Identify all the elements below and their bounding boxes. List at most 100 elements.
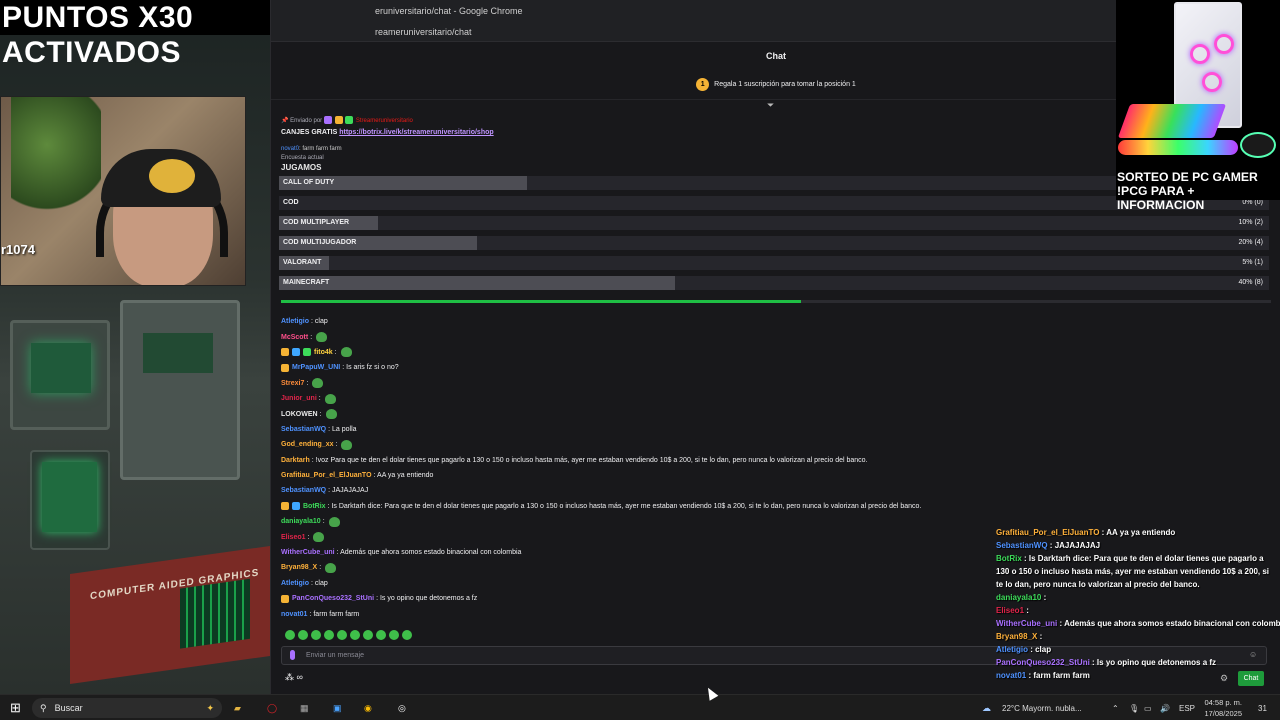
username[interactable]: Strexi7 — [281, 376, 304, 391]
volume-icon[interactable]: 🔊 — [1160, 700, 1170, 716]
obs-icon[interactable]: ◎ — [398, 700, 406, 716]
username[interactable]: Atletigio — [281, 576, 309, 591]
poll-option-percent: 20% (4) — [1238, 239, 1263, 246]
message-text: : La polla — [328, 425, 357, 433]
message-text: : — [319, 564, 322, 572]
message-text: : — [335, 441, 338, 449]
emote-picker-icon[interactable]: ☺ — [1249, 650, 1257, 659]
poll-option-fill — [279, 276, 675, 290]
overlay-message: SebastianWQ : JAJAJAJAJ — [996, 539, 1278, 552]
clock[interactable]: 04:58 p. m. 17/08/2025 — [1204, 697, 1242, 719]
language-indicator[interactable]: ESP — [1179, 700, 1195, 716]
emote-icon[interactable] — [298, 630, 308, 640]
poll-option[interactable]: MAINECRAFT 40% (8) — [279, 276, 1269, 290]
store-icon[interactable]: ▣ — [333, 700, 342, 716]
overlay-message: BotRix : Is Darktarh dice: Para que te d… — [996, 552, 1278, 591]
poll-timer-bar — [281, 300, 1271, 303]
emote-icon[interactable] — [363, 630, 373, 640]
overlay-text: : — [1024, 606, 1029, 615]
frog-emote-icon — [313, 532, 325, 543]
username[interactable]: novat01 — [281, 607, 307, 622]
overlay-text: : — [1037, 632, 1043, 641]
poll-option[interactable]: COD MULTIPLAYER 10% (2) — [279, 216, 1269, 230]
gear-icon[interactable]: ⚙ — [1220, 673, 1228, 684]
username[interactable]: daniayala10 — [281, 514, 321, 529]
frog-emote-icon — [325, 409, 337, 420]
notification-count[interactable]: 31 — [1258, 700, 1267, 716]
username[interactable]: Darktarh — [281, 453, 310, 468]
username[interactable]: Eliseo1 — [281, 530, 306, 545]
verified-icon — [345, 116, 354, 125]
username[interactable]: LOKOWEN — [281, 407, 318, 422]
overlay-text: : farm farm farm — [1026, 671, 1090, 680]
username[interactable]: SebastianWQ — [281, 422, 326, 437]
overlay-text: : — [1041, 593, 1047, 602]
emote-icon[interactable] — [285, 630, 295, 640]
username[interactable]: SebastianWQ — [281, 483, 326, 498]
message-text: : AA ya ya entiendo — [373, 472, 434, 480]
poll-option[interactable]: COD MULTIJUGADOR 20% (4) — [279, 236, 1269, 250]
username[interactable]: Grafitiau_Por_el_ElJuanTO — [281, 468, 372, 483]
emote-icon[interactable] — [376, 630, 386, 640]
poll-timer-fill — [281, 300, 801, 303]
username[interactable]: MrPapuW_UNI — [292, 360, 340, 375]
lightbar-image — [1118, 140, 1238, 155]
taskbar-search[interactable]: ⚲ Buscar ✦ — [32, 698, 222, 718]
username[interactable]: Atletigio — [281, 314, 309, 329]
chat-message: Darktarh: !voz Para que te den el dolar … — [281, 453, 1181, 468]
username[interactable]: Junior_uni — [281, 391, 317, 406]
username[interactable]: WitherCube_uni — [281, 545, 335, 560]
overlay-message: Atletigio : clap — [996, 643, 1278, 656]
badge-icon — [292, 348, 300, 357]
username[interactable]: BotRix — [303, 499, 326, 514]
folder-icon[interactable]: ▰ — [234, 700, 241, 716]
chat-message: BotRix: Is Darktarh dice: Para que te de… — [281, 499, 1181, 514]
badge-icon — [292, 502, 300, 511]
emote-icon[interactable] — [389, 630, 399, 640]
mouse-image — [1240, 132, 1276, 158]
message-text: : Is Darktarh dice: Para que te den el d… — [327, 502, 922, 510]
points-value: ∞ — [296, 672, 303, 682]
emote-icon[interactable] — [402, 630, 412, 640]
username[interactable]: novat0 — [281, 146, 299, 152]
emote-icon[interactable] — [324, 630, 334, 640]
emote-icon[interactable] — [311, 630, 321, 640]
chevron-down-icon[interactable]: ⏷ — [767, 100, 774, 111]
username[interactable]: God_ending_xx — [281, 437, 334, 452]
frog-emote-icon — [340, 347, 352, 358]
overlay-message: daniayala10 : — [996, 591, 1278, 604]
emote-icon[interactable] — [337, 630, 347, 640]
overlay-chat: Grafitiau_Por_el_ElJuanTO : AA ya ya ent… — [996, 526, 1280, 682]
chat-input-placeholder: Enviar un mensaje — [306, 652, 364, 659]
pinned-link[interactable]: https://botrix.live/k/streameruniversita… — [339, 129, 493, 136]
chrome-icon[interactable]: ◉ — [364, 700, 372, 716]
chevron-up-icon[interactable]: ⌃ — [1112, 700, 1119, 716]
username[interactable]: fito4k — [314, 345, 333, 360]
cut-message: novat0: farm farm farm — [281, 146, 342, 152]
channel-points[interactable]: ⁂ ∞ — [285, 672, 303, 683]
promo-text: SORTEO DE PC GAMER !PCG PARA + INFORMACI… — [1117, 170, 1280, 212]
message-text: : !voz Para que te den el dolar tienes q… — [311, 456, 868, 464]
opera-icon[interactable]: ◯ — [267, 700, 277, 716]
keyboard-image — [1117, 104, 1227, 138]
overlay-text: : Is yo opino que detonemos a fz — [1089, 658, 1217, 667]
network-icon[interactable]: ▭ — [1144, 700, 1152, 716]
pinned-sender[interactable]: Streameruniversitario — [356, 118, 413, 124]
weather-text[interactable]: 22°C Mayorm. nubla... — [1002, 700, 1082, 716]
username[interactable]: McScott — [281, 330, 308, 345]
poll-option-percent: 40% (8) — [1238, 279, 1263, 286]
emote-icon[interactable] — [350, 630, 360, 640]
points-icon: ⁂ — [285, 672, 294, 682]
windows-start-icon[interactable]: ⊞ — [10, 700, 21, 716]
username[interactable]: Bryan98_X — [281, 560, 317, 575]
badge-icon — [281, 348, 289, 357]
mic-tray-icon[interactable]: 🎙 — [1129, 700, 1139, 716]
chat-send-button[interactable]: Chat — [1238, 671, 1264, 686]
app-icon[interactable]: ▦ — [300, 700, 309, 716]
username[interactable]: PanConQueso232_StUni — [292, 591, 374, 606]
emote-bar — [285, 630, 412, 640]
overlay-username: novat01 — [996, 671, 1027, 680]
chat-message: God_ending_xx: — [281, 437, 1181, 452]
poll-option[interactable]: VALORANT 5% (1) — [279, 256, 1269, 270]
mic-icon[interactable] — [290, 650, 295, 660]
